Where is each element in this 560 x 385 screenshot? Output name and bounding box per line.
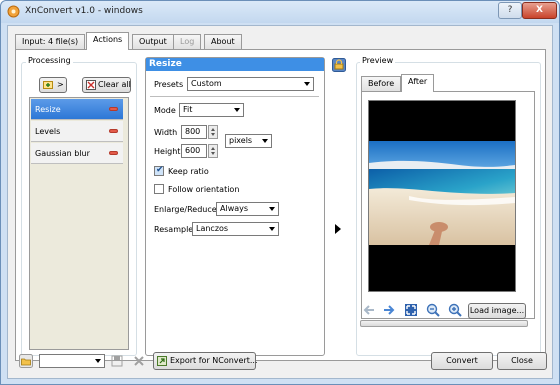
list-item-levels[interactable]: Levels — [31, 121, 123, 142]
remove-action-icon[interactable] — [109, 129, 118, 133]
xnconvert-logo-icon — [7, 5, 20, 18]
previous-arrow-icon[interactable] — [362, 303, 376, 317]
follow-orientation-checkbox[interactable] — [154, 184, 164, 194]
client-area: Input: 4 file(s) Actions Output Log Abou… — [7, 25, 553, 379]
export-icon — [157, 356, 167, 366]
mode-select[interactable]: Fit — [179, 103, 244, 117]
height-stepper[interactable] — [208, 144, 218, 158]
pin-icon[interactable] — [332, 58, 346, 72]
tab-after[interactable]: After — [401, 74, 435, 92]
window-title: XnConvert v1.0 - windows — [25, 6, 143, 16]
width-label: Width — [154, 128, 178, 137]
height-label: Height — [154, 147, 181, 156]
chevron-down-icon — [304, 82, 310, 86]
chevron-down-icon — [269, 207, 275, 211]
clear-all-icon — [86, 80, 96, 90]
chevron-down-icon — [269, 227, 275, 231]
mode-label: Mode — [154, 106, 176, 115]
open-folder-icon[interactable] — [19, 354, 33, 368]
width-stepper[interactable] — [208, 125, 218, 139]
divider — [150, 96, 319, 97]
save-icon[interactable] — [110, 354, 124, 368]
zoom-out-icon[interactable] — [426, 303, 440, 317]
tab-input[interactable]: Input: 4 file(s) — [15, 34, 86, 49]
chevron-down-icon — [95, 359, 101, 363]
remove-action-icon[interactable] — [109, 107, 118, 111]
preset-file-select[interactable] — [39, 354, 105, 368]
width-input[interactable]: 800 — [181, 125, 207, 139]
fit-to-window-icon[interactable] — [404, 303, 418, 317]
enlarge-reduce-label: Enlarge/Reduce — [154, 205, 217, 214]
play-icon[interactable] — [334, 224, 342, 234]
resample-label: Resample — [154, 225, 194, 234]
list-item-gaussian-blur[interactable]: Gaussian blur — [31, 143, 123, 164]
list-item-resize[interactable]: Resize — [31, 99, 123, 120]
enlarge-reduce-select[interactable]: Always — [216, 202, 279, 216]
preview-scrollbar[interactable] — [360, 320, 528, 327]
action-list: Resize Levels Gaussian blur — [29, 97, 129, 350]
tab-before[interactable]: Before — [361, 76, 402, 91]
title-bar: XnConvert v1.0 - windows ? X — [1, 1, 559, 23]
convert-button[interactable]: Convert — [431, 352, 493, 370]
preview-image — [369, 101, 515, 291]
keep-ratio-label: Keep ratio — [168, 167, 209, 176]
next-arrow-icon[interactable] — [382, 303, 396, 317]
tab-actions[interactable]: Actions — [86, 32, 130, 50]
resize-header: Resize — [146, 58, 324, 71]
close-button[interactable]: Close — [497, 352, 547, 370]
zoom-in-icon[interactable] — [448, 303, 462, 317]
tab-output[interactable]: Output — [132, 34, 174, 49]
follow-orientation-label: Follow orientation — [168, 185, 240, 194]
load-image-button[interactable]: Load image... — [468, 303, 526, 319]
chevron-down-icon — [234, 108, 240, 112]
app-window: XnConvert v1.0 - windows ? X Input: 4 fi… — [0, 0, 560, 385]
export-nconvert-button[interactable]: Export for NConvert... — [153, 352, 258, 370]
remove-action-icon[interactable] — [109, 151, 118, 155]
preview-image-frame — [368, 100, 516, 292]
processing-title: Processing — [26, 56, 73, 65]
chevron-down-icon — [262, 139, 268, 143]
clear-all-button[interactable]: Clear all — [82, 77, 131, 93]
delete-icon[interactable] — [132, 354, 146, 368]
preview-title: Preview — [360, 56, 396, 65]
unit-select[interactable]: pixels — [225, 134, 272, 148]
resample-select[interactable]: Lanczos — [192, 222, 279, 236]
add-action-button[interactable]: > — [39, 77, 67, 93]
height-input[interactable]: 600 — [181, 144, 207, 158]
add-action-icon — [43, 81, 53, 89]
tab-log[interactable]: Log — [173, 34, 202, 49]
close-window-button[interactable]: X — [522, 2, 557, 19]
presets-select[interactable]: Custom — [187, 77, 314, 91]
help-button[interactable]: ? — [498, 2, 522, 19]
tab-about[interactable]: About — [204, 34, 242, 49]
keep-ratio-checkbox[interactable] — [154, 165, 164, 176]
presets-label: Presets — [154, 80, 184, 89]
